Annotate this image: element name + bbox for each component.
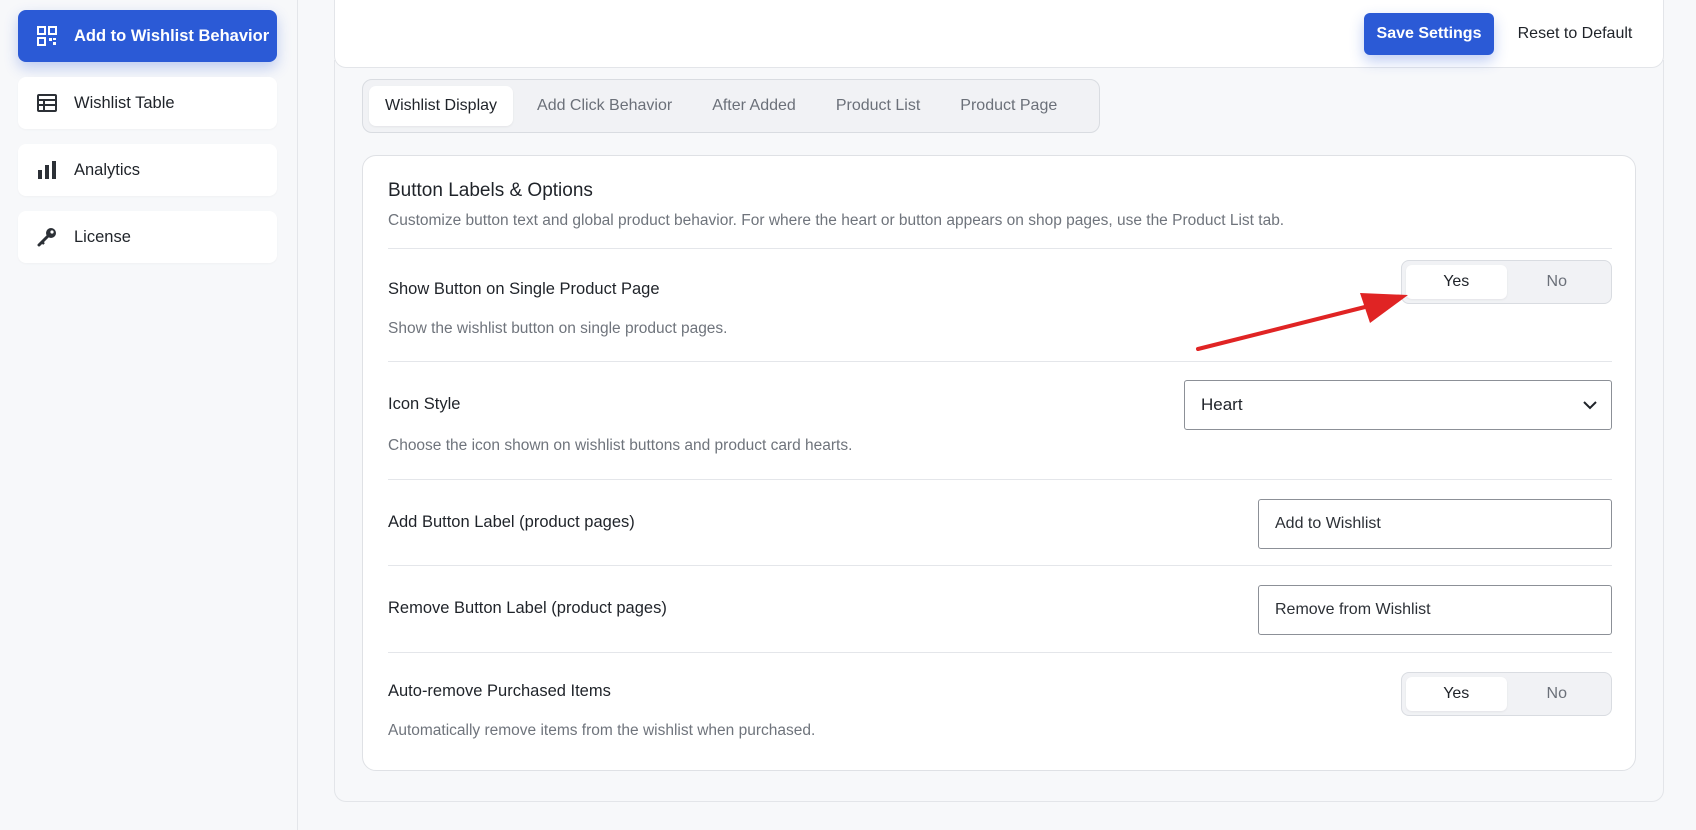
icon-style-help: Choose the icon shown on wishlist button… (388, 437, 853, 454)
show-button-help: Show the wishlist button on single produ… (388, 320, 728, 337)
remove-button-label-input[interactable] (1258, 585, 1612, 635)
show-button-label: Show Button on Single Product Page (388, 280, 660, 298)
remove-button-label-label: Remove Button Label (product pages) (388, 599, 667, 617)
button-labels-card: Button Labels & Options Customize button… (362, 155, 1636, 771)
save-settings-button[interactable]: Save Settings (1364, 13, 1494, 55)
tab-wishlist-display[interactable]: Wishlist Display (369, 86, 514, 126)
tab-after-added[interactable]: After Added (696, 86, 812, 126)
auto-remove-label: Auto-remove Purchased Items (388, 682, 611, 700)
grid-qr-icon (36, 25, 58, 47)
auto-remove-toggle: Yes No (1401, 672, 1612, 716)
tab-product-list[interactable]: Product List (820, 86, 936, 126)
icon-style-value: Heart (1201, 395, 1243, 414)
sidebar-item-analytics[interactable]: Analytics (18, 144, 277, 196)
tab-product-page[interactable]: Product Page (944, 86, 1073, 126)
add-button-label-input[interactable] (1258, 499, 1612, 549)
auto-remove-no-option[interactable]: No (1507, 677, 1608, 711)
key-icon (36, 226, 58, 248)
sidebar-item-label: Wishlist Table (74, 93, 175, 112)
divider (388, 479, 1612, 480)
reset-to-default-button[interactable]: Reset to Default (1500, 13, 1650, 55)
sidebar-item-add-to-wishlist-behavior[interactable]: Add to Wishlist Behavior (18, 10, 277, 62)
settings-tabs: Wishlist Display Add Click Behavior Afte… (362, 79, 1100, 133)
show-button-toggle: Yes No (1401, 260, 1612, 304)
icon-style-select[interactable]: Heart (1184, 380, 1612, 430)
sidebar-item-label: License (74, 227, 131, 246)
section-description: Customize button text and global product… (388, 212, 1285, 229)
sidebar-item-wishlist-table[interactable]: Wishlist Table (18, 77, 277, 129)
auto-remove-help: Automatically remove items from the wish… (388, 722, 816, 739)
tab-add-click-behavior[interactable]: Add Click Behavior (521, 86, 688, 126)
bar-chart-icon (36, 159, 58, 181)
auto-remove-yes-option[interactable]: Yes (1406, 677, 1507, 711)
add-button-label-label: Add Button Label (product pages) (388, 513, 635, 531)
annotation-arrow-icon (1196, 293, 1408, 351)
divider (388, 565, 1612, 566)
sidebar-item-label: Analytics (74, 160, 141, 179)
divider (388, 248, 1612, 249)
icon-style-label: Icon Style (388, 395, 461, 413)
section-title: Button Labels & Options (388, 180, 593, 201)
divider (388, 361, 1612, 362)
divider (388, 652, 1612, 653)
sidebar-item-label: Add to Wishlist Behavior (74, 26, 270, 45)
show-button-yes-option[interactable]: Yes (1406, 265, 1507, 299)
show-button-no-option[interactable]: No (1507, 265, 1608, 299)
table-icon (36, 92, 58, 114)
sidebar: Add to Wishlist Behavior Wishlist Table … (0, 0, 298, 830)
sidebar-item-license[interactable]: License (18, 211, 277, 263)
chevron-down-icon (1581, 396, 1599, 419)
